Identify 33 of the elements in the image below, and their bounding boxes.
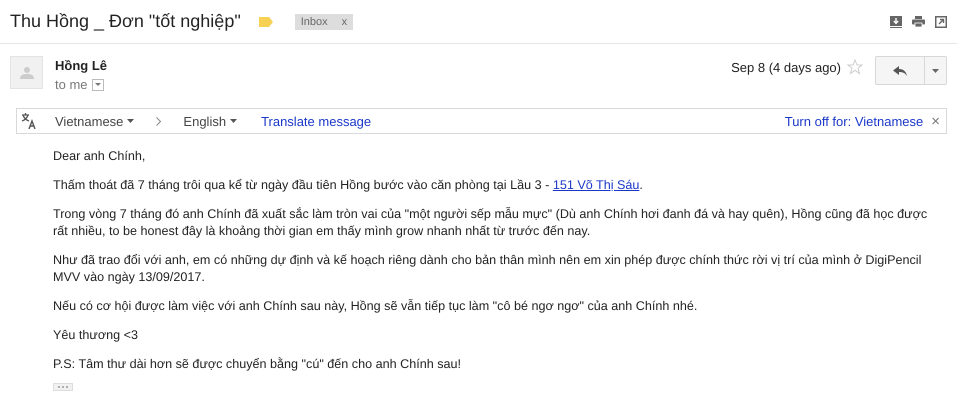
address-link[interactable]: 151 Võ Thị Sáu: [552, 178, 640, 192]
turn-off-link[interactable]: Turn off for: Vietnamese: [784, 114, 924, 128]
body-paragraph: Thấm thoát đã 7 tháng trôi qua kể từ ngày đầu tiên Hồng bước vào căn phòng tại Lầu 3 - 151 Võ Thị Sáu.: [53, 177, 644, 194]
close-button[interactable]: ×: [923, 112, 940, 130]
recipient-text: to me: [55, 77, 88, 92]
body-paragraph: Yêu thương <3: [53, 327, 139, 344]
caret-icon: [932, 68, 939, 72]
details-dropdown[interactable]: [92, 78, 104, 90]
body-paragraph: Dear anh Chính,: [53, 148, 146, 165]
source-language-dropdown[interactable]: Vietnamese: [55, 114, 134, 128]
person-icon: [20, 66, 34, 78]
sender-name: Hồng Lê: [55, 58, 107, 73]
email-date: Sep 8 (4 days ago): [731, 59, 841, 75]
target-language-dropdown[interactable]: English: [183, 114, 238, 128]
label-text: Inbox: [300, 16, 328, 28]
caret-icon: [127, 119, 134, 123]
new-window-icon[interactable]: [935, 16, 947, 28]
caret-icon: [94, 83, 101, 86]
body-paragraph: Nếu có cơ hội được làm việc với anh Chính sau này, Hồng sẽ vẫn tiếp tục làm "cô bé ngơ ngơ" của anh Chính nhé.: [53, 298, 698, 315]
body-paragraph: Trong vòng 7 tháng đó anh Chính đã xuất sắc làm tròn vai của "một người sếp mẫu mực" (Dù anh Chính hơi đanh đá và hay quên), Hồng cũng đã học được rất nhiều, to be honest đây là khoảng thời gian em thấy mình grow nhanh nhất từ trước đến nay.: [53, 206, 928, 240]
print-icon[interactable]: [912, 16, 925, 27]
body-paragraph: Như đã trao đổi với anh, em có những dự định và kế hoạch riêng dành cho bản thân mình nên em xin phép được chính thức rời vị trí của mình ở DigiPencil MVV vào ngày 13/09/2017.: [53, 252, 922, 286]
translate-link[interactable]: Translate message: [261, 114, 372, 128]
remove-label-button[interactable]: x: [342, 16, 348, 28]
email-subject: Thu Hồng _ Đơn "tốt nghiệp": [10, 11, 241, 32]
body-paragraph: P.S: Tâm thư dài hơn sẽ được chuyển bằng "cú" đến cho anh Chính sau!: [53, 356, 462, 373]
label-chip[interactable]: Inbox x: [294, 14, 354, 30]
download-icon[interactable]: [890, 16, 902, 28]
star-icon[interactable]: [847, 59, 863, 75]
caret-icon: [230, 119, 238, 123]
translate-icon: [21, 113, 37, 129]
chevron-right-icon: [156, 116, 162, 126]
reply-icon: [893, 66, 907, 76]
